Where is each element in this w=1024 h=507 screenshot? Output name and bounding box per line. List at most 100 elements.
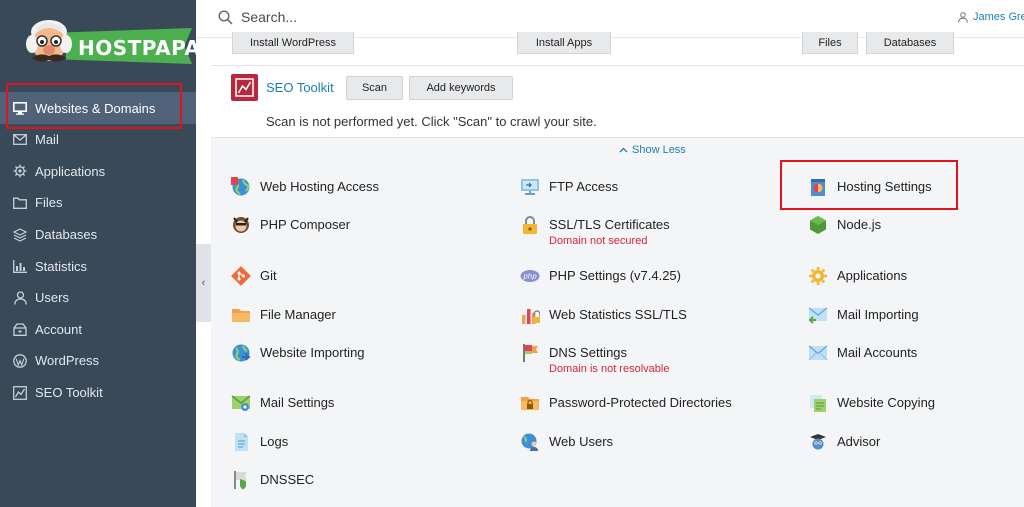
highlight-websites-domains (6, 83, 182, 129)
globe-icon (231, 177, 251, 197)
tool-php-settings[interactable]: php PHP Settings (v7.4.25) (520, 266, 681, 286)
chevron-up-icon (619, 147, 628, 153)
seo-toolkit-icon (231, 74, 258, 101)
svg-text:php: php (522, 273, 537, 281)
web-users-icon (520, 432, 540, 452)
tool-website-copying[interactable]: Website Copying (808, 393, 935, 413)
web-statistics-icon (520, 305, 540, 325)
dns-status-warning: Domain is not resolvable (549, 363, 670, 375)
sidebar-collapse-button[interactable]: ‹ (196, 244, 211, 322)
tool-mail-importing[interactable]: Mail Importing (808, 305, 919, 325)
tool-logs[interactable]: Logs (231, 432, 288, 452)
sidebar-item-label: WordPress (35, 353, 100, 369)
install-apps-button[interactable]: Install Apps (517, 32, 611, 54)
tool-label: PHP Composer (260, 217, 351, 232)
tool-label: Advisor (837, 434, 881, 449)
user-name: James Gre (973, 11, 1024, 23)
ssl-status-warning: Domain not secured (549, 235, 648, 247)
tool-label: Website Importing (260, 345, 365, 360)
dns-icon (520, 343, 540, 363)
sidebar-item-wordpress[interactable]: WordPress (0, 345, 196, 377)
tool-ssl-tls-certificates[interactable]: SSL/TLS Certificates Domain not secured (520, 215, 670, 248)
sidebar-item-label: Users (35, 290, 69, 306)
website-importing-icon (231, 343, 251, 363)
tool-advisor[interactable]: Advisor (808, 432, 880, 452)
account-icon (13, 322, 27, 336)
tool-mail-accounts[interactable]: Mail Accounts (808, 343, 917, 363)
tool-web-users[interactable]: Web Users (520, 432, 613, 452)
tool-label: SSL/TLS Certificates (549, 217, 670, 232)
tool-nodejs[interactable]: Node.js (808, 215, 881, 235)
tool-dns-settings[interactable]: DNS Settings Domain is not resolvable (520, 343, 669, 376)
databases-button[interactable]: Databases (866, 32, 954, 54)
seo-toolkit-card: SEO Toolkit Scan Add keywords Scan is no… (211, 66, 1024, 138)
sidebar-item-users[interactable]: Users (0, 282, 196, 314)
seo-toolkit-link[interactable]: SEO Toolkit (266, 80, 334, 95)
applications-icon (808, 266, 828, 286)
sidebar-item-label: SEO Toolkit (35, 385, 103, 401)
sidebar-item-account[interactable]: Account (0, 314, 196, 346)
tool-website-importing[interactable]: Website Importing (231, 343, 365, 363)
show-less-toggle[interactable]: Show Less (619, 144, 686, 156)
tool-web-statistics[interactable]: Web Statistics SSL/TLS (520, 305, 687, 325)
tool-applications[interactable]: Applications (808, 266, 907, 286)
tool-label: Node.js (837, 217, 882, 232)
sidebar: HOSTPAPA Websites & Domains Mail Applica… (0, 0, 200, 507)
database-icon (13, 227, 27, 242)
highlight-hosting-settings (780, 160, 958, 210)
user-icon (13, 291, 27, 305)
mail-icon (13, 133, 27, 147)
mail-accounts-icon (808, 343, 828, 363)
install-wordpress-button[interactable]: Install WordPress (232, 32, 354, 54)
sidebar-item-label: Statistics (35, 258, 88, 274)
ftp-icon (520, 177, 540, 197)
tool-label: Password-Protected Directories (549, 395, 732, 410)
tool-label: Web Hosting Access (260, 179, 379, 194)
logs-icon (231, 432, 251, 452)
sidebar-item-label: Applications (35, 163, 106, 179)
sidebar-item-databases[interactable]: Databases (0, 219, 196, 251)
main-content: Install WordPress Install Apps Files Dat… (211, 32, 1024, 507)
sidebar-item-applications[interactable]: Applications (0, 156, 196, 188)
tool-ftp-access[interactable]: FTP Access (520, 177, 618, 197)
quick-actions-row: Install WordPress Install Apps Files Dat… (211, 32, 1024, 66)
search-input[interactable] (241, 9, 541, 25)
folder-icon (13, 196, 27, 210)
add-keywords-button[interactable]: Add keywords (409, 76, 513, 100)
hostpapa-logo[interactable]: HOSTPAPA (12, 12, 200, 76)
tool-label: Web Statistics SSL/TLS (549, 307, 687, 322)
search-bar (218, 9, 541, 25)
sidebar-item-files[interactable]: Files (0, 187, 196, 219)
tool-mail-settings[interactable]: Mail Settings (231, 393, 334, 413)
papa-mascot-icon (26, 20, 72, 62)
lock-icon (520, 215, 540, 235)
user-menu[interactable]: James Gre (958, 11, 1024, 23)
tool-web-hosting-access[interactable]: Web Hosting Access (231, 177, 379, 197)
tool-file-manager[interactable]: File Manager (231, 305, 336, 325)
sidebar-item-seo-toolkit[interactable]: SEO Toolkit (0, 377, 196, 409)
tool-password-protected-directories[interactable]: Password-Protected Directories (520, 393, 732, 413)
tool-dnssec[interactable]: DNSSEC (231, 470, 314, 490)
git-icon (231, 266, 251, 286)
website-copying-icon (808, 393, 828, 413)
tool-label: Git (260, 268, 277, 283)
nodejs-icon (808, 215, 828, 235)
advisor-icon (808, 432, 828, 452)
tool-git[interactable]: Git (231, 266, 277, 286)
sidebar-nav: Websites & Domains Mail Applications Fil… (0, 92, 196, 408)
composer-icon (231, 215, 251, 235)
files-button[interactable]: Files (802, 32, 858, 54)
php-icon: php (520, 266, 540, 286)
gear-icon (13, 164, 27, 178)
tool-label: File Manager (260, 307, 336, 322)
seo-chart-icon (13, 385, 27, 400)
tool-label: Mail Accounts (837, 345, 918, 360)
scan-button[interactable]: Scan (346, 76, 403, 100)
tool-label: Mail Settings (260, 395, 335, 410)
search-icon (218, 9, 233, 25)
show-less-label: Show Less (632, 144, 686, 156)
sidebar-item-statistics[interactable]: Statistics (0, 250, 196, 282)
tool-label: Website Copying (837, 395, 936, 410)
tool-php-composer[interactable]: PHP Composer (231, 215, 350, 235)
file-manager-icon (231, 305, 251, 325)
